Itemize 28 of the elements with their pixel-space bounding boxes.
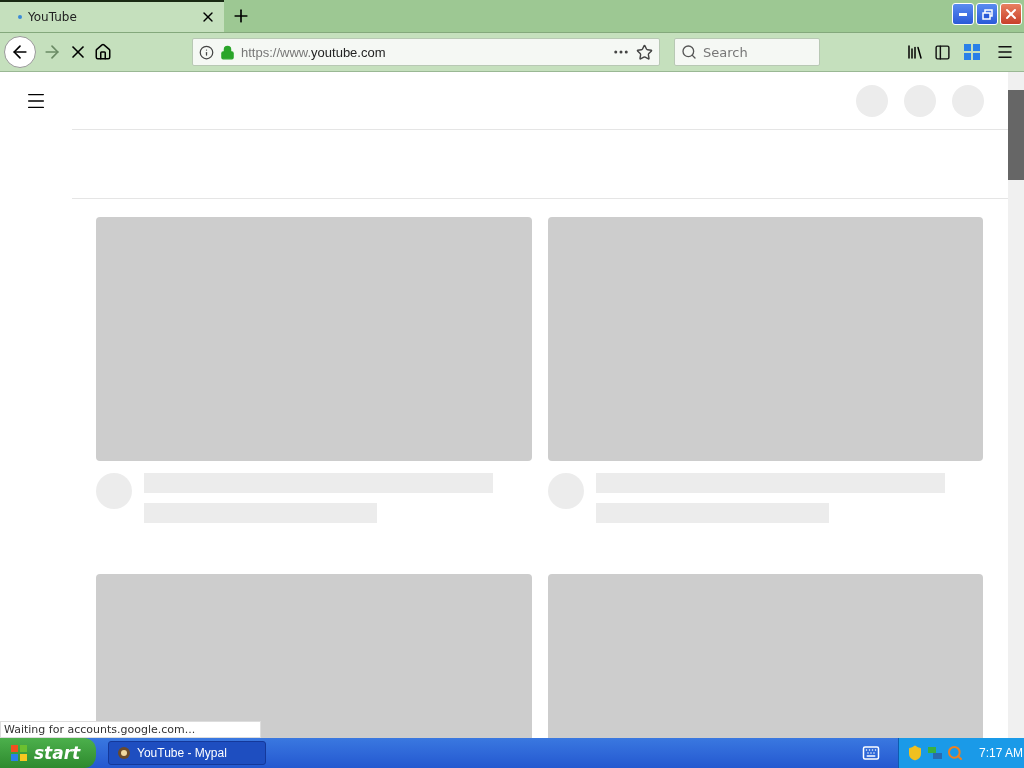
home-icon[interactable] — [94, 43, 112, 61]
keyboard-icon[interactable] — [862, 744, 880, 762]
app-icon — [117, 746, 131, 760]
grid-icon[interactable] — [964, 44, 980, 60]
search-field[interactable]: Search — [674, 38, 820, 66]
taskbar-button[interactable]: YouTube - Mypal — [108, 741, 266, 765]
sidebar-icon[interactable] — [933, 43, 951, 61]
windows-logo-icon — [10, 744, 28, 762]
address-bar[interactable]: https://www.youtube.com — [192, 38, 660, 66]
info-icon[interactable] — [199, 44, 214, 60]
clock: 7:17 AM — [979, 746, 1024, 760]
minimize-button[interactable] — [952, 3, 974, 25]
loading-dot-icon — [18, 15, 22, 19]
scrollbar-thumb[interactable] — [1008, 90, 1024, 180]
library-icon[interactable] — [906, 43, 924, 61]
restore-icon — [981, 8, 993, 20]
search-icon — [681, 44, 697, 60]
lock-icon — [220, 44, 235, 60]
bookmark-star-icon[interactable] — [636, 43, 653, 61]
close-window-button[interactable] — [1000, 3, 1022, 25]
scrollbar[interactable] — [1008, 72, 1024, 738]
status-text: Waiting for accounts.google.com... — [0, 721, 261, 738]
minimize-icon — [959, 12, 967, 16]
browser-tab[interactable]: YouTube — [0, 0, 224, 32]
menu-icon[interactable] — [996, 43, 1014, 61]
restore-button[interactable] — [976, 3, 998, 25]
close-icon — [1003, 6, 1019, 22]
back-button[interactable] — [4, 36, 36, 68]
